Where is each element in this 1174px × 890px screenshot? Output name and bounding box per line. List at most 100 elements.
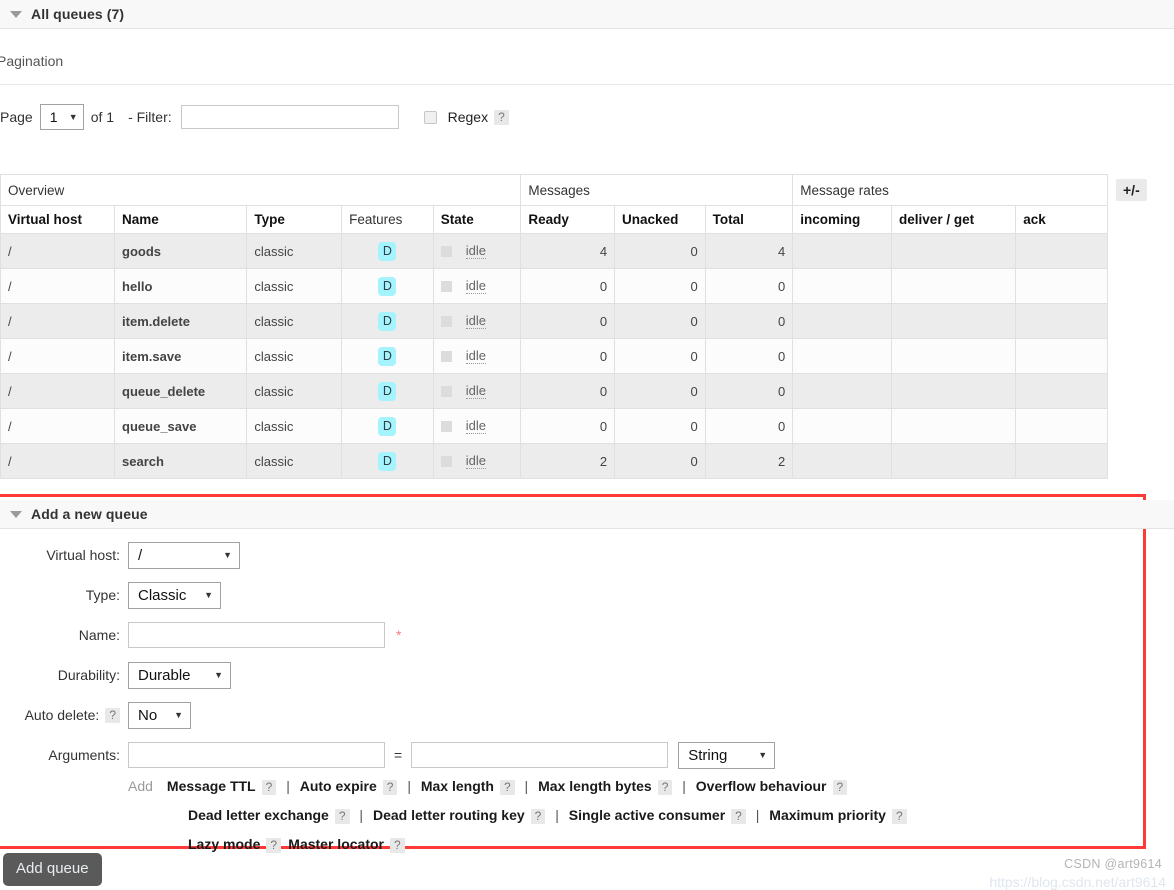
argument-preset-help-icon[interactable]: ?: [382, 780, 398, 796]
column-header-incoming[interactable]: incoming: [792, 205, 893, 234]
separator: |: [551, 807, 563, 823]
cell-features: D: [341, 373, 434, 409]
argument-preset-help-icon[interactable]: ?: [389, 838, 405, 854]
cell-features: D: [341, 408, 434, 444]
argument-type-select[interactable]: String ▼: [678, 741, 776, 769]
auto-delete-help-icon[interactable]: ?: [105, 707, 120, 723]
cell-queue-name[interactable]: goods: [114, 233, 248, 269]
table-row[interactable]: / item.save classic Didle 0 0 0: [0, 338, 1108, 374]
state-label: idle: [465, 278, 487, 294]
argument-preset-link[interactable]: Master locator: [288, 836, 384, 852]
queue-name-input[interactable]: [128, 622, 385, 648]
queues-table-body: / goods classic Didle 4 0 4/hello classic Didle 0…: [0, 233, 1108, 479]
cell-queue-name[interactable]: search: [114, 443, 248, 479]
cell-ack: [1015, 233, 1108, 269]
chevron-down-icon: ▼: [68, 111, 78, 122]
table-row[interactable]: / hello classic Didle 0 0 0: [0, 268, 1108, 304]
page-number-select[interactable]: 1 ▼: [39, 104, 84, 130]
add-queue-title: Add a new queue: [31, 506, 148, 522]
argument-key-input[interactable]: [128, 742, 385, 768]
column-header-virtual-host[interactable]: Virtual host: [0, 205, 116, 234]
argument-preset-help-icon[interactable]: ?: [266, 838, 282, 854]
argument-preset-link[interactable]: Lazy mode: [188, 836, 260, 852]
argument-preset-link[interactable]: Overflow behaviour: [696, 778, 827, 794]
cell-total: 0: [704, 303, 794, 339]
durability-value: Durable: [138, 666, 191, 684]
column-header-ready[interactable]: Ready: [520, 205, 616, 234]
column-header-state[interactable]: State: [432, 205, 522, 234]
state-indicator-icon: [440, 455, 452, 467]
chevron-down-icon: ▼: [204, 589, 213, 600]
cell-state: idle: [432, 408, 522, 444]
add-argument-word: Add: [128, 778, 153, 794]
all-queues-section-header[interactable]: All queues (7): [0, 0, 1174, 29]
cell-queue-name[interactable]: queue_delete: [114, 373, 248, 409]
argument-preset-link[interactable]: Single active consumer: [569, 807, 725, 823]
table-column-header-row: Virtual host Name Type Features State Re…: [0, 205, 1108, 234]
auto-delete-value: No: [138, 706, 158, 724]
durability-select[interactable]: Durable ▼: [128, 661, 231, 689]
argument-preset-help-icon[interactable]: ?: [657, 780, 673, 796]
table-row[interactable]: / queue_delete classic Didle 0 0 0: [0, 373, 1108, 409]
column-header-unacked[interactable]: Unacked: [614, 205, 706, 234]
table-row[interactable]: / goods classic Didle 4 0 4: [0, 233, 1108, 269]
argument-preset-help-icon[interactable]: ?: [334, 809, 350, 825]
cell-queue-name[interactable]: hello: [114, 268, 248, 304]
argument-preset-link[interactable]: Message TTL: [167, 778, 256, 794]
column-header-name[interactable]: Name: [114, 205, 248, 234]
group-header-message-rates: Message rates: [792, 174, 1108, 206]
cell-unacked: 0: [614, 373, 706, 409]
argument-preset-help-icon[interactable]: ?: [891, 809, 907, 825]
argument-preset-help-icon[interactable]: ?: [832, 780, 848, 796]
cell-queue-name[interactable]: item.delete: [114, 303, 248, 339]
cell-queue-name[interactable]: queue_save: [114, 408, 248, 444]
column-header-ack[interactable]: ack: [1015, 205, 1108, 234]
pagination-label: Pagination: [0, 53, 64, 69]
cell-type: classic: [246, 443, 343, 479]
regex-checkbox[interactable]: [423, 110, 437, 124]
auto-delete-select[interactable]: No ▼: [128, 701, 191, 729]
cell-incoming: [792, 373, 893, 409]
argument-preset-link[interactable]: Dead letter routing key: [373, 807, 525, 823]
argument-preset-link[interactable]: Max length: [421, 778, 494, 794]
argument-preset-help-icon[interactable]: ?: [499, 780, 515, 796]
caret-down-icon: [10, 10, 22, 18]
auto-delete-label-wrap: Auto delete: ?: [0, 707, 128, 723]
cell-state: idle: [432, 373, 522, 409]
form-row-arguments: Arguments: = String ▼: [0, 740, 1140, 770]
argument-value-input[interactable]: [411, 742, 669, 768]
argument-preset-help-icon[interactable]: ?: [530, 809, 546, 825]
separator: |: [520, 778, 533, 794]
cell-queue-name[interactable]: item.save: [114, 338, 248, 374]
table-row[interactable]: / item.delete classic Didle 0 0 0: [0, 303, 1108, 339]
column-header-deliver-get[interactable]: deliver / get: [891, 205, 1017, 234]
column-header-type[interactable]: Type: [246, 205, 343, 234]
cell-incoming: [792, 443, 893, 479]
add-queue-submit-button[interactable]: Add queue: [3, 853, 102, 886]
state-label: idle: [465, 348, 487, 364]
cell-virtual-host: /: [0, 233, 116, 269]
state-label: idle: [465, 313, 487, 329]
regex-help-icon[interactable]: ?: [494, 109, 509, 125]
argument-preset-help-icon[interactable]: ?: [731, 809, 746, 825]
argument-preset-help-icon[interactable]: ?: [261, 780, 277, 796]
filter-input[interactable]: [180, 105, 399, 129]
toggle-columns-button[interactable]: +/-: [1116, 179, 1147, 201]
cell-deliver-get: [891, 443, 1017, 479]
table-row[interactable]: / queue_save classic Didle 0 0 0: [0, 408, 1108, 444]
argument-preset-link[interactable]: Auto expire: [300, 778, 377, 794]
virtual-host-select[interactable]: / ▼: [128, 541, 240, 569]
add-queue-section-header[interactable]: Add a new queue: [0, 500, 1174, 529]
type-select[interactable]: Classic ▼: [128, 581, 221, 609]
regex-option: Regex ?: [423, 109, 509, 125]
column-header-total[interactable]: Total: [704, 205, 794, 234]
cell-unacked: 0: [614, 443, 706, 479]
argument-preset-link[interactable]: Dead letter exchange: [188, 807, 329, 823]
argument-type-value: String: [688, 746, 728, 764]
argument-preset-link[interactable]: Max length bytes: [538, 778, 652, 794]
argument-preset-link[interactable]: Maximum priority: [769, 807, 886, 823]
column-header-features[interactable]: Features: [341, 205, 434, 234]
cell-incoming: [792, 408, 893, 444]
table-row[interactable]: / search classic Didle 2 0 2: [0, 443, 1108, 479]
separator: |: [355, 807, 367, 823]
